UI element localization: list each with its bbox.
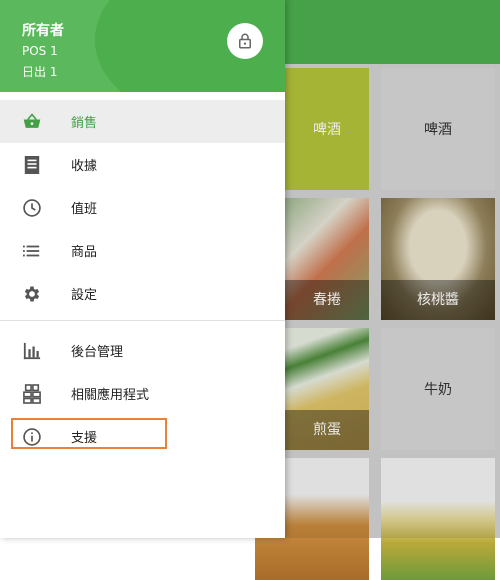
menu-item-settings[interactable]: 設定 <box>0 272 285 315</box>
menu-item-label: 商品 <box>71 245 98 260</box>
menu-item-receipts[interactable]: 收據 <box>0 143 285 186</box>
list-icon <box>22 241 42 261</box>
navigation-drawer: 所有者 POS 1 日出 1 銷售 收據 值班 商品 設定 後台管理 相關應用程… <box>0 0 285 538</box>
menu-item-label: 相關應用程式 <box>71 388 150 403</box>
menu-item-label: 值班 <box>71 202 98 217</box>
menu-item-label: 銷售 <box>71 116 98 131</box>
gear-icon <box>22 284 42 304</box>
menu-item-sales[interactable]: 銷售 <box>0 100 285 143</box>
menu-item-label: 設定 <box>71 288 98 303</box>
drawer-header: 所有者 POS 1 日出 1 <box>0 0 285 92</box>
clock-icon <box>22 198 42 218</box>
receipt-icon <box>22 155 42 175</box>
user-role: 所有者 <box>22 23 64 39</box>
store-name: 日出 1 <box>22 65 58 79</box>
menu-item-label: 收據 <box>71 159 98 174</box>
menu-item-related-apps[interactable]: 相關應用程式 <box>0 372 285 415</box>
basket-icon <box>22 112 42 132</box>
support-highlight-box <box>11 418 167 449</box>
menu-item-shift[interactable]: 值班 <box>0 186 285 229</box>
menu-item-items[interactable]: 商品 <box>0 229 285 272</box>
lock-button[interactable] <box>227 23 263 59</box>
apps-icon <box>22 383 42 404</box>
bar-chart-icon <box>22 341 42 361</box>
menu-divider <box>0 320 285 321</box>
menu-item-back-office[interactable]: 後台管理 <box>0 329 285 372</box>
menu-item-label: 後台管理 <box>71 345 124 360</box>
pos-name: POS 1 <box>22 44 58 58</box>
lock-icon <box>239 33 251 49</box>
